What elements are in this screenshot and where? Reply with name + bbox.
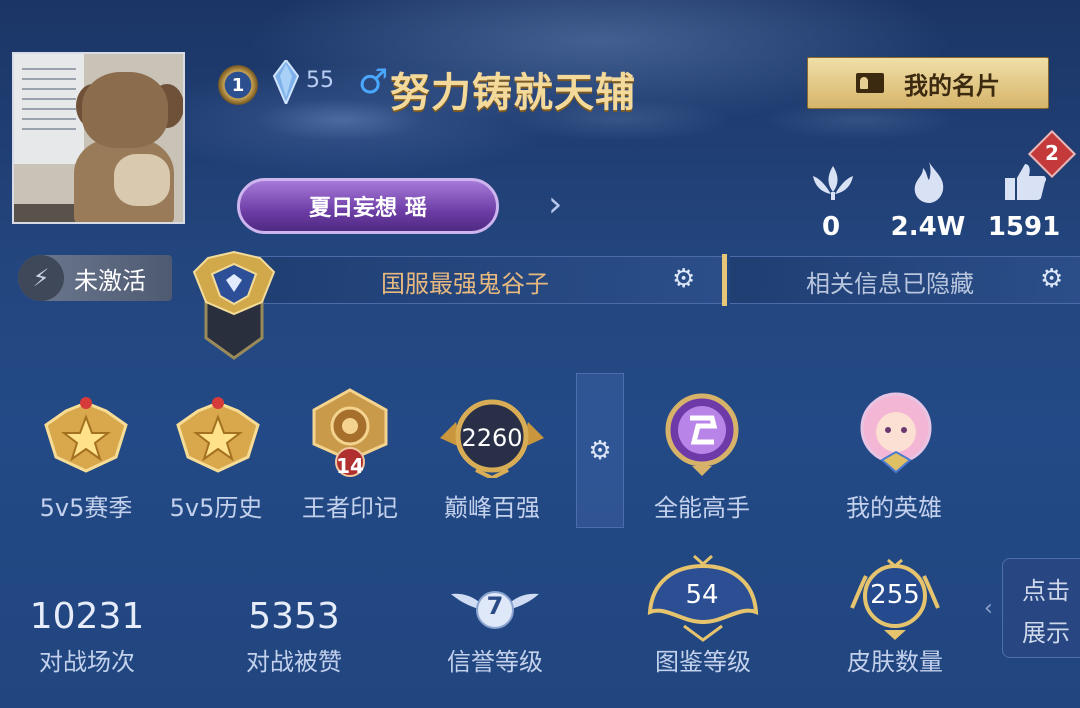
codex-level-label: 图鉴等级 — [655, 648, 751, 676]
title-plate[interactable]: 夏日妄想 瑶 — [237, 178, 499, 234]
bear-head — [82, 72, 168, 148]
flame-icon — [904, 160, 954, 204]
player-name: 努力铸就天辅 — [390, 70, 636, 116]
peak-rank-label: 巅峰百强 — [444, 494, 540, 522]
star-rank-history-icon[interactable] — [170, 395, 266, 475]
puppy-toy — [114, 154, 170, 206]
level-badge[interactable]: 1 — [215, 62, 261, 108]
star-rank-icon[interactable] — [38, 395, 134, 475]
season-label: 5v5赛季 — [39, 494, 133, 522]
title-plate-label: 夏日妄想 瑶 — [309, 196, 427, 221]
credit-level-label: 信誉等级 — [447, 648, 543, 676]
title-bar-text: 国服最强鬼谷子 — [381, 270, 549, 298]
my-card-label: 我的名片 — [904, 71, 1000, 100]
codex-level-value: 54 — [685, 580, 719, 610]
stat-likes-value: 1591 — [987, 212, 1061, 242]
history-label: 5v5历史 — [169, 494, 263, 522]
star-level: 55 — [306, 68, 334, 93]
king-mark-count: 14 — [336, 454, 364, 478]
male-icon: ♂ — [358, 62, 389, 102]
gear-icon[interactable]: ⚙ — [672, 264, 695, 294]
chevron-right-icon[interactable]: › — [548, 184, 562, 225]
my-heroes-label: 我的英雄 — [846, 494, 942, 522]
notification-badge-count: 2 — [1045, 141, 1059, 165]
king-mark-label: 王者印记 — [302, 494, 398, 522]
chevron-left-icon[interactable]: ‹ — [984, 596, 993, 621]
show-panel-line1: 点击 — [1022, 577, 1070, 605]
skin-count-value: 255 — [870, 580, 920, 610]
bar-divider — [722, 254, 727, 306]
my-heroes-icon[interactable] — [858, 390, 934, 476]
peak-rank-number: 2260 — [461, 424, 523, 452]
show-panel-text[interactable]: 点击 展示 — [1022, 570, 1080, 654]
gear-icon[interactable]: ⚙ — [1040, 264, 1063, 294]
crystal-icon — [272, 60, 300, 104]
gear-icon: ⚙ — [588, 435, 612, 466]
show-panel-line2: 展示 — [1022, 619, 1070, 647]
my-card-button[interactable]: 我的名片 — [807, 57, 1049, 109]
rank-emblem-icon[interactable] — [188, 250, 280, 360]
likes-received-count: 5353 — [248, 596, 340, 637]
hidden-info-text: 相关信息已隐藏 — [806, 270, 974, 298]
matches-label: 对战场次 — [39, 648, 135, 676]
all-rounder-icon[interactable] — [654, 390, 750, 476]
inactive-label: 未激活 — [74, 266, 146, 295]
matches-count: 10231 — [29, 596, 145, 637]
inactive-toggle[interactable]: ⚡ 未激活 — [18, 255, 172, 301]
skin-count-label: 皮肤数量 — [847, 648, 943, 676]
all-rounder-label: 全能高手 — [654, 494, 750, 522]
id-card-icon — [856, 73, 884, 93]
avatar-screen — [14, 54, 84, 164]
lightning-icon: ⚡ — [18, 255, 64, 301]
avatar[interactable] — [12, 52, 185, 224]
lotus-icon — [808, 160, 858, 204]
credit-level-value: 7 — [486, 592, 504, 620]
likes-received-label: 对战被赞 — [246, 648, 342, 676]
emblem-settings-button[interactable]: ⚙ — [576, 373, 624, 528]
